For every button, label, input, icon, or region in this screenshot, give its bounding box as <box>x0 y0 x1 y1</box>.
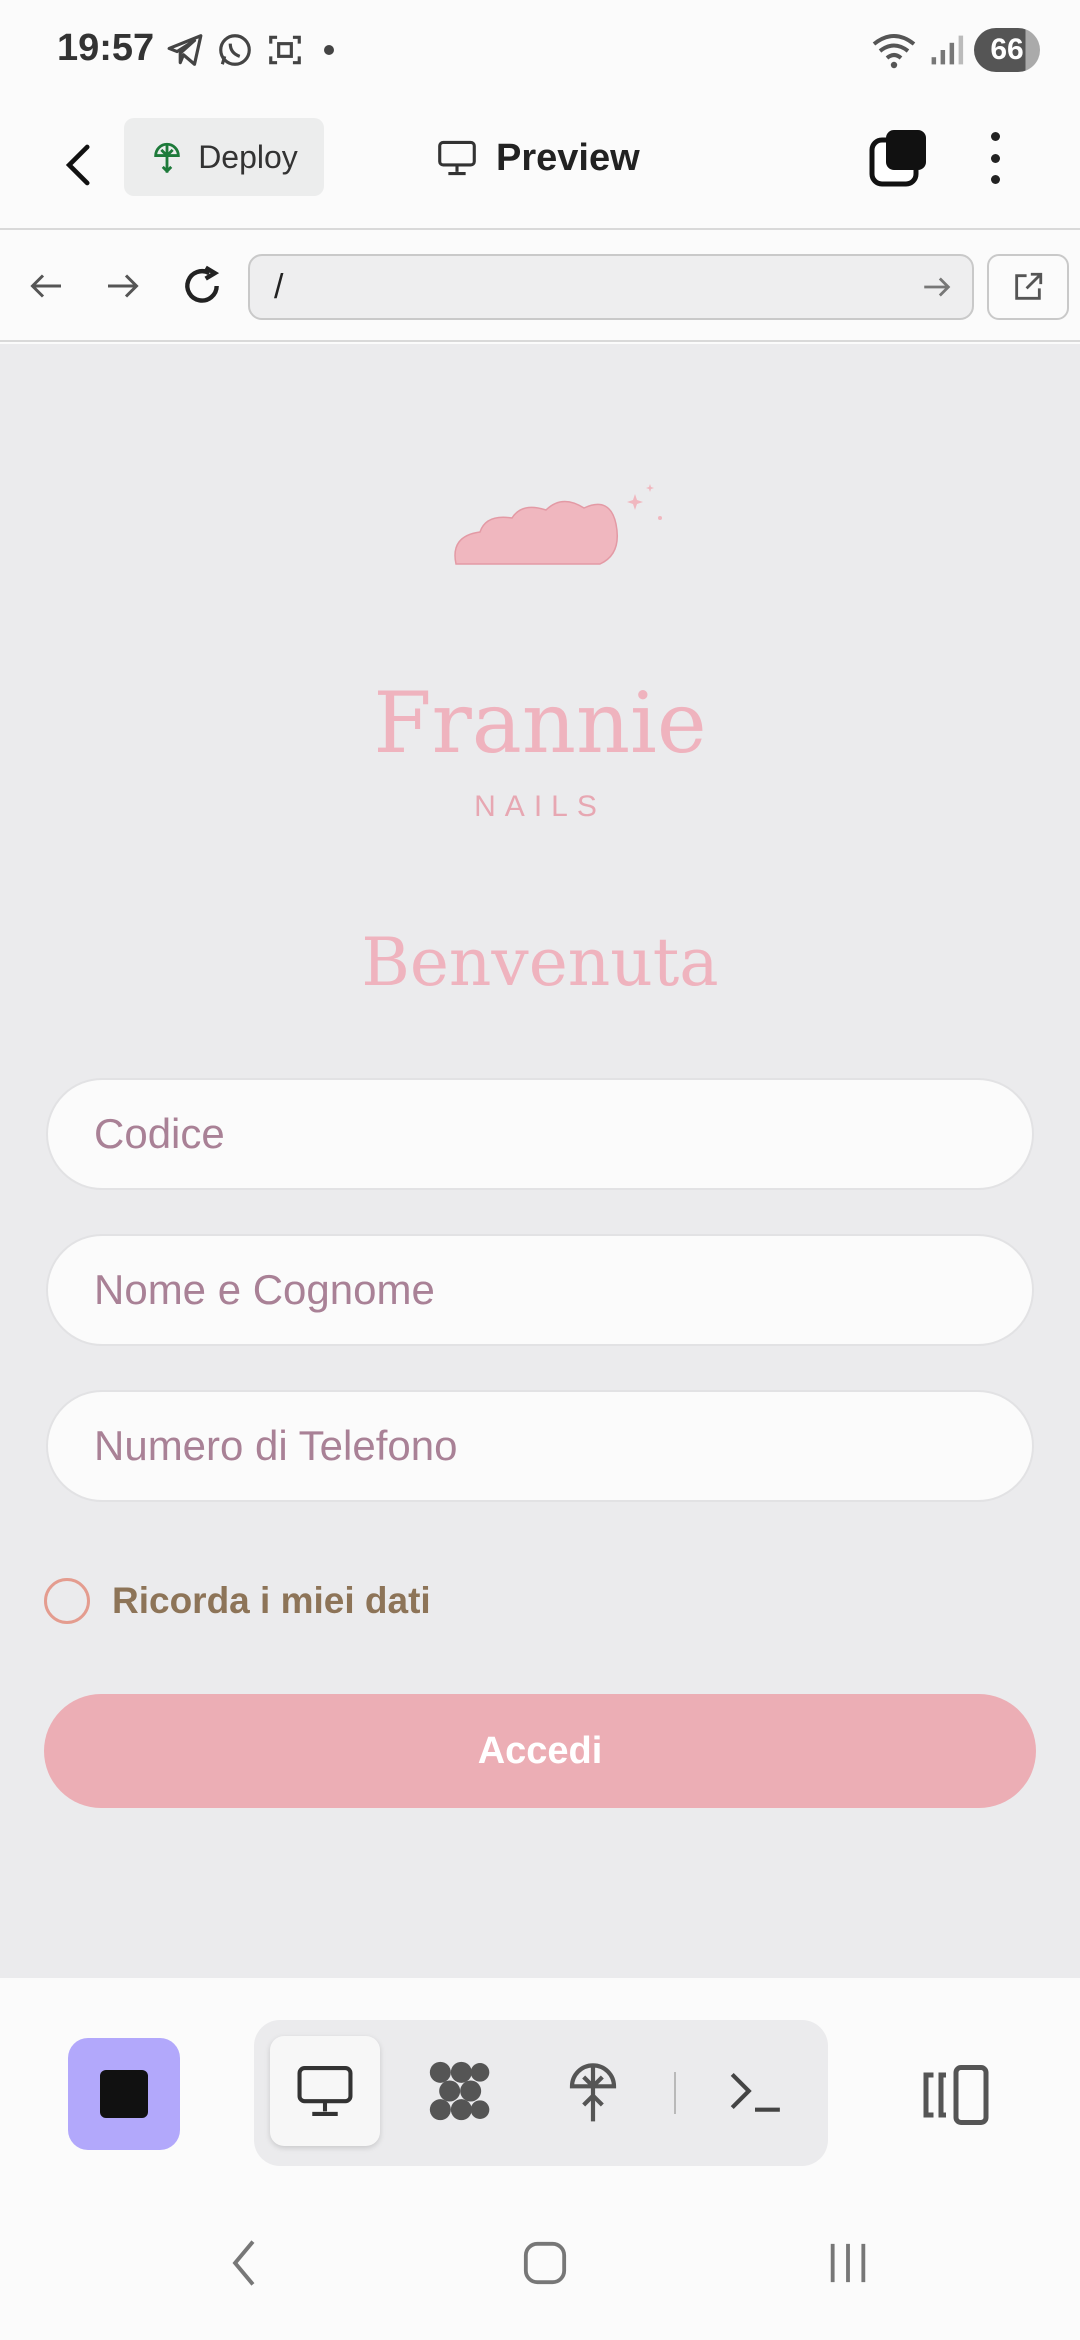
deploy-icon <box>154 142 180 174</box>
tool-deploy[interactable] <box>538 2036 648 2146</box>
status-notification-icons <box>166 28 334 72</box>
monitor-icon <box>297 2066 353 2116</box>
cloud-logo-icon <box>454 484 662 565</box>
battery-indicator: 66 <box>974 28 1040 72</box>
terminal-icon <box>730 2072 780 2112</box>
chevron-left-icon <box>232 2240 255 2286</box>
preview-title-text: Preview <box>496 136 640 179</box>
tool-switcher <box>254 2020 828 2166</box>
url-text: / <box>274 268 284 306</box>
external-link-icon <box>1015 272 1043 300</box>
deploy-button[interactable]: Deploy <box>124 118 324 196</box>
remember-radio[interactable] <box>44 1578 90 1624</box>
deploy-label: Deploy <box>198 138 298 175</box>
status-time: 19:57 <box>57 27 155 69</box>
brand-name: Frannie <box>373 674 707 772</box>
full-name-input[interactable] <box>48 1236 1032 1344</box>
remember-label: Ricorda i miei dati <box>112 1580 431 1621</box>
full-name-field <box>46 1234 1034 1346</box>
tabs-button[interactable] <box>866 126 930 190</box>
system-home-button[interactable] <box>505 2228 585 2298</box>
status-bar: 19:57 66 <box>0 0 1080 100</box>
layout-toggle-button[interactable] <box>918 2060 994 2130</box>
browser-back-button[interactable] <box>20 260 72 312</box>
tool-extensions[interactable] <box>404 2036 514 2146</box>
login-button[interactable]: Accedi <box>44 1694 1036 1808</box>
tool-divider <box>674 2072 676 2114</box>
back-button[interactable] <box>50 130 110 200</box>
brand-subtitle: NAILS <box>474 790 606 823</box>
bottom-toolbar <box>0 1978 1080 2195</box>
extensions-icon <box>429 2061 490 2121</box>
notification-dot-icon <box>324 45 334 55</box>
whatsapp-icon <box>219 34 251 66</box>
tool-preview[interactable] <box>270 2036 380 2146</box>
system-nav-bar <box>0 2188 1080 2340</box>
phone-field <box>46 1390 1034 1502</box>
screenshot-icon <box>269 35 301 65</box>
web-preview: Frannie NAILS Benvenuta Ricorda i miei d… <box>0 344 1080 1978</box>
dot-icon <box>990 153 1000 163</box>
arrow-right-icon <box>108 274 139 298</box>
url-field[interactable]: / <box>248 254 974 320</box>
status-system-icons: 66 <box>870 26 1040 74</box>
preview-title: Preview <box>436 128 640 188</box>
browser-bar: / <box>0 232 1080 342</box>
code-input[interactable] <box>48 1080 1032 1188</box>
system-recents-button[interactable] <box>808 2228 888 2298</box>
chevron-left-icon <box>65 144 90 186</box>
deploy-icon <box>569 2063 617 2122</box>
telegram-icon <box>167 34 203 66</box>
go-arrow-icon[interactable] <box>920 270 954 304</box>
code-field <box>46 1078 1034 1190</box>
dot-icon <box>990 175 1000 184</box>
tool-terminal[interactable] <box>700 2036 810 2146</box>
system-back-button[interactable] <box>204 2228 284 2298</box>
remember-me-option[interactable]: Ricorda i miei dati <box>44 1576 431 1626</box>
phone-input[interactable] <box>48 1392 1032 1500</box>
reload-icon <box>185 265 220 303</box>
arrow-left-icon <box>30 274 61 298</box>
open-external-button[interactable] <box>987 254 1069 320</box>
dot-icon <box>990 132 1000 141</box>
stop-icon <box>100 2070 148 2118</box>
device-layout-icon <box>923 2065 989 2125</box>
more-options-button[interactable] <box>980 126 1010 190</box>
reload-button[interactable] <box>176 260 228 312</box>
home-square-icon <box>523 2241 567 2285</box>
tabs-icon <box>869 130 926 187</box>
browser-forward-button[interactable] <box>97 260 149 312</box>
welcome-heading: Benvenuta <box>361 924 719 1001</box>
monitor-icon <box>438 140 476 176</box>
signal-icon <box>931 35 964 65</box>
recents-icon <box>830 2243 866 2283</box>
stop-button[interactable] <box>68 2038 180 2150</box>
wifi-icon <box>872 34 916 69</box>
app-bar: Deploy Preview <box>0 100 1080 230</box>
